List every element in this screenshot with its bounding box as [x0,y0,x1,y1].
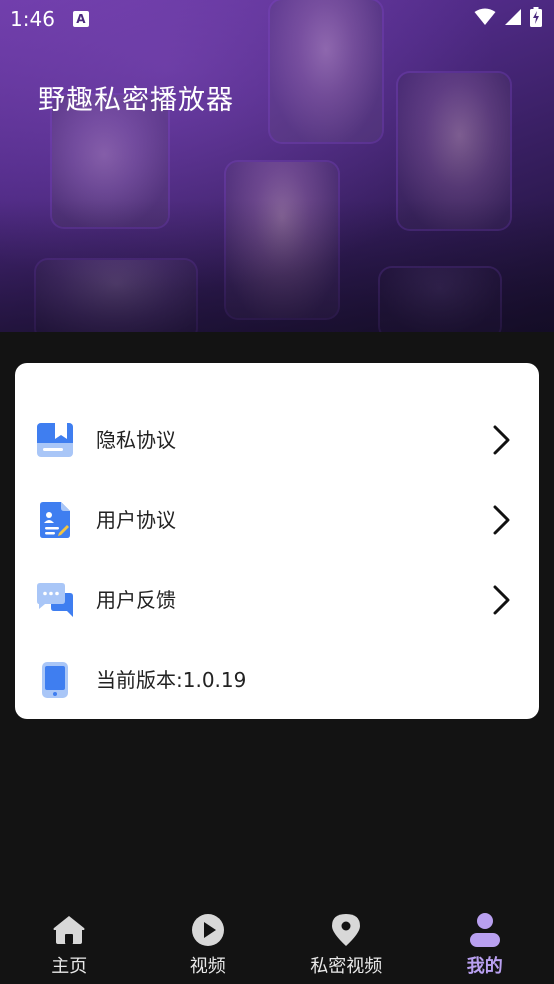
phone-icon [37,660,73,700]
status-time: 1:46 [10,7,55,31]
nav-label: 视频 [189,956,226,977]
version-label: 当前版本:1.0.19 [96,668,247,692]
battery-icon [530,7,542,31]
nav-label: 私密视频 [310,956,383,977]
menu-item-version: 当前版本:1.0.19 [15,650,539,710]
menu-item-privacy-policy[interactable]: 隐私协议 [15,410,539,470]
chevron-right-icon [489,504,513,536]
wifi-icon [474,8,496,30]
book-icon [37,420,73,460]
chevron-right-icon [489,424,513,456]
location-pin-icon [328,912,364,948]
nav-item-home[interactable]: 主页 [0,904,139,984]
nav-label: 我的 [466,956,503,977]
header-banner: 野趣私密播放器 [0,0,554,332]
document-user-icon [37,500,73,540]
nav-label: 主页 [51,956,88,977]
profile-icon [467,912,503,948]
nav-item-private-video[interactable]: 私密视频 [277,904,416,984]
status-bar: 1:46 A [0,0,554,38]
app-title: 野趣私密播放器 [38,85,234,116]
chat-bubble-icon [37,580,73,620]
menu-item-user-feedback[interactable]: 用户反馈 [15,570,539,630]
home-icon [51,912,87,948]
notification-app-icon: A [72,11,89,27]
bottom-nav: 主页 视频 私密视频 我的 [0,904,554,984]
nav-item-video[interactable]: 视频 [139,904,278,984]
cell-signal-icon [504,8,522,30]
nav-item-mine[interactable]: 我的 [416,904,554,984]
menu-item-user-agreement[interactable]: 用户协议 [15,490,539,550]
chevron-right-icon [489,584,513,616]
profile-screen: 野趣私密播放器 1:46 A 隐私协议 用户协议 用户反馈 当前版本:1.0.1… [0,0,554,984]
menu-item-label: 隐私协议 [96,428,176,452]
menu-item-label: 用户反馈 [96,588,176,612]
banner-overlay [0,0,554,332]
settings-card: 隐私协议 用户协议 用户反馈 当前版本:1.0.19 [15,363,539,719]
play-icon [190,912,226,948]
menu-item-label: 用户协议 [96,508,176,532]
